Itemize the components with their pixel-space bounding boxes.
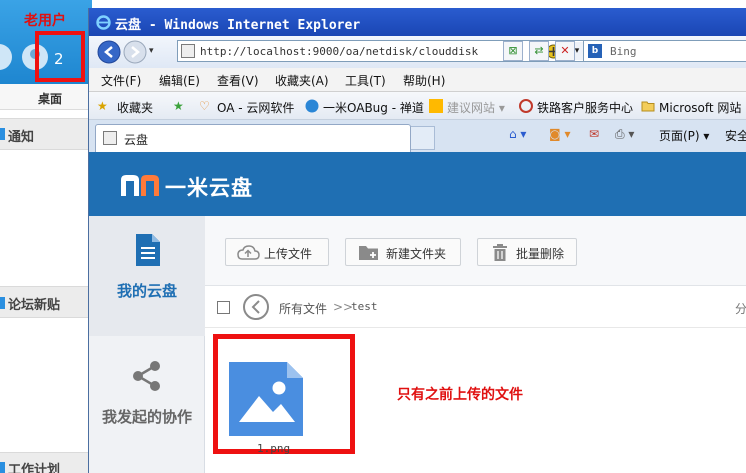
background-app: 老用户 2 桌面 通知 论坛新贴 工作计划 xyxy=(0,0,92,473)
select-all-checkbox[interactable] xyxy=(217,301,230,314)
breadcrumb-row: 所有文件 >> test 分 xyxy=(205,286,746,328)
history-dropdown-icon[interactable]: ▾ xyxy=(149,46,154,56)
breadcrumb-all-files[interactable]: 所有文件 xyxy=(279,300,327,317)
section-label: 通知 xyxy=(8,130,35,145)
image-file-icon[interactable] xyxy=(229,362,303,436)
favorite-railway[interactable]: 铁路客户服务中心 xyxy=(537,99,633,116)
nav-my-collab[interactable]: 我发起的协作 xyxy=(89,406,205,427)
menu-tools[interactable]: 工具(T) xyxy=(345,72,386,89)
web-page: 一米云盘 我的云盘 我发起的协作 上传文件 新建文件夹 批量删除 所有文件 >>… xyxy=(89,152,746,473)
folder-icon xyxy=(641,101,655,112)
annotation-previous-uploads: 只有之前上传的文件 xyxy=(397,387,523,403)
share-icon[interactable] xyxy=(131,360,163,392)
cloud-upload-icon xyxy=(237,245,260,260)
annotation-old-user: 老用户 xyxy=(24,13,66,29)
upload-button[interactable]: 上传文件 xyxy=(225,238,329,266)
upload-label: 上传文件 xyxy=(264,247,313,261)
forward-arrow-icon[interactable] xyxy=(123,40,147,64)
page-menu[interactable]: 页面(P) ▾ xyxy=(659,127,709,144)
compat-page-icon[interactable]: ⊠ xyxy=(503,41,523,61)
page-favicon-icon xyxy=(181,44,195,58)
batch-delete-label: 批量删除 xyxy=(516,247,565,261)
desktop-tab[interactable]: 桌面 xyxy=(38,90,62,107)
section-marker xyxy=(0,462,5,473)
sidebar: 我的云盘 我发起的协作 xyxy=(89,216,205,473)
batch-delete-button[interactable]: 批量删除 xyxy=(477,238,577,266)
menu-favorites[interactable]: 收藏夹(A) xyxy=(275,72,329,89)
new-tab-button[interactable] xyxy=(411,126,435,150)
safety-menu[interactable]: 安全 xyxy=(725,127,746,144)
favorites-bar: ★ 收藏夹 ★ ♡ OA - 云网软件 一米OABug - 禅道 建议网站 ▾ … xyxy=(89,92,746,120)
section-marker xyxy=(0,297,5,309)
notification-count[interactable]: 2 xyxy=(54,50,64,68)
back-arrow-icon[interactable] xyxy=(97,40,121,64)
back-folder-icon[interactable] xyxy=(243,294,269,320)
tab-favicon-icon xyxy=(103,131,117,145)
refresh-icon[interactable]: ⇄ xyxy=(529,41,549,61)
home-icon[interactable]: ⌂ ▾ xyxy=(509,127,526,141)
search-box[interactable]: b Bing xyxy=(583,40,746,62)
breadcrumb-right-text: 分 xyxy=(735,302,746,316)
ie-window: 云盘 - Windows Internet Explorer ▾ http://… xyxy=(88,8,746,473)
favorites-star-icon[interactable]: ★ xyxy=(97,99,108,113)
file-toolbar: 上传文件 新建文件夹 批量删除 xyxy=(205,216,746,286)
feeds-icon[interactable]: ◙ ▾ xyxy=(549,127,570,141)
tab-clouddisk[interactable]: 云盘 xyxy=(95,124,411,152)
bing-logo-icon: b xyxy=(588,44,602,58)
nav-my-disk[interactable]: 我的云盘 xyxy=(89,216,205,336)
zentao-favicon-icon xyxy=(305,99,319,113)
window-title: 云盘 - Windows Internet Explorer xyxy=(115,18,361,33)
new-folder-button[interactable]: 新建文件夹 xyxy=(345,238,461,266)
menu-view[interactable]: 查看(V) xyxy=(217,72,259,89)
favorite-zentao[interactable]: 一米OABug - 禅道 xyxy=(323,99,424,116)
app-header: 一米云盘 xyxy=(89,152,746,216)
tab-bar: 云盘 xyxy=(89,120,746,152)
search-placeholder: Bing xyxy=(610,45,637,58)
bing-favicon-icon xyxy=(429,99,443,113)
print-icon[interactable]: ⎙ ▾ xyxy=(615,127,634,142)
nav-my-disk-label: 我的云盘 xyxy=(116,282,177,300)
favorite-microsoft[interactable]: Microsoft 网站 xyxy=(659,99,741,116)
add-favorite-icon[interactable]: ★ xyxy=(173,99,184,113)
new-folder-icon xyxy=(359,246,378,260)
brand-logo-icon xyxy=(121,175,159,196)
menu-help[interactable]: 帮助(H) xyxy=(403,72,445,89)
favorite-suggested[interactable]: 建议网站 ▾ xyxy=(447,99,505,116)
section-marker xyxy=(0,128,5,140)
menu-edit[interactable]: 编辑(E) xyxy=(159,72,200,89)
ie-logo-icon xyxy=(96,15,111,30)
cloud-favicon-icon: ♡ xyxy=(199,99,210,113)
mail-icon[interactable]: ✉ xyxy=(589,127,599,141)
railway-favicon-icon xyxy=(519,99,533,113)
stop-icon[interactable]: ✕ xyxy=(555,41,575,61)
menu-file[interactable]: 文件(F) xyxy=(101,72,141,89)
brand-name: 一米云盘 xyxy=(165,176,253,200)
new-folder-label: 新建文件夹 xyxy=(386,247,447,261)
menu-bar: 文件(F) 编辑(E) 查看(V) 收藏夹(A) 工具(T) 帮助(H) xyxy=(89,68,746,92)
favorites-button[interactable]: 收藏夹 xyxy=(117,99,153,116)
breadcrumb-current: test xyxy=(351,300,378,313)
address-bar[interactable]: http://localhost:9000/oa/netdisk/clouddi… xyxy=(177,40,587,62)
trash-icon xyxy=(493,244,507,261)
section-label: 工作计划 xyxy=(8,463,61,473)
address-url: http://localhost:9000/oa/netdisk/clouddi… xyxy=(200,45,479,58)
favorite-oa[interactable]: OA - 云网软件 xyxy=(217,99,294,116)
file-name[interactable]: 1.png xyxy=(257,442,290,455)
document-icon xyxy=(136,234,160,266)
title-bar[interactable]: 云盘 - Windows Internet Explorer xyxy=(89,8,746,36)
section-label: 论坛新贴 xyxy=(8,298,61,313)
tab-title: 云盘 xyxy=(124,133,149,147)
